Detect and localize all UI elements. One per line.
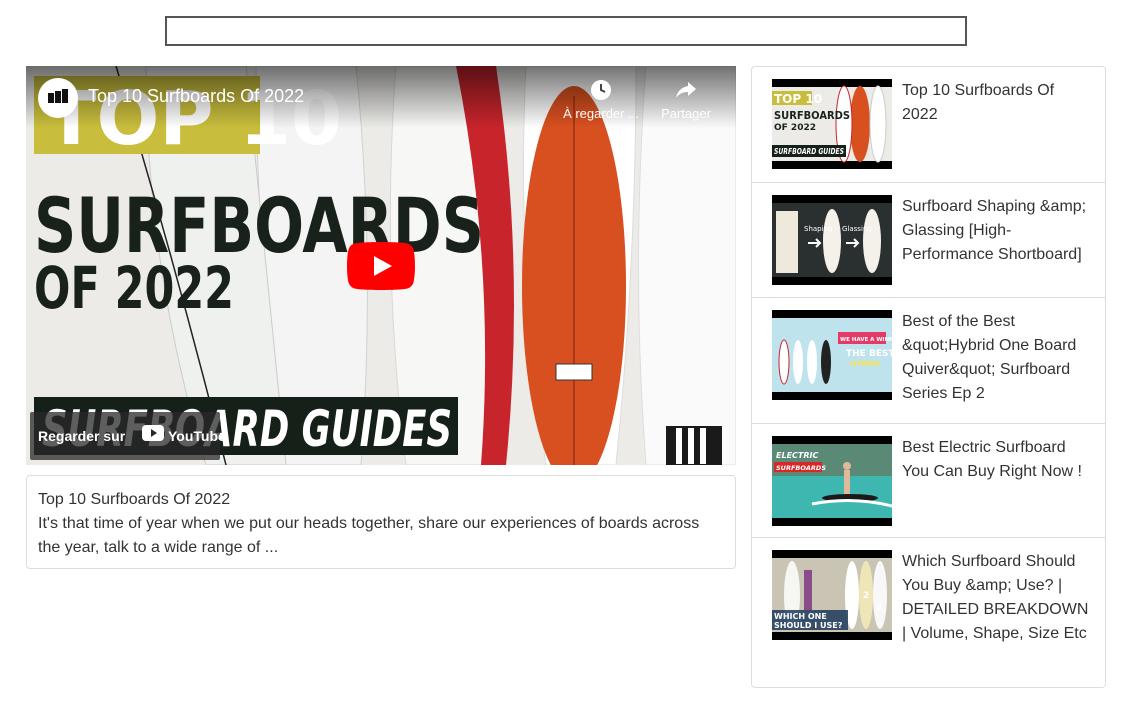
youtube-wordmark: YouTube [168, 428, 226, 444]
playlist-item[interactable]: WE HAVE A WINNER! THE BEST HYBRID Best o… [752, 298, 1105, 424]
playlist-item-title[interactable]: Top 10 Surfboards Of 2022 [902, 79, 1092, 127]
svg-text:1: 1 [850, 577, 856, 587]
thumb-line3: OF 2022 [34, 254, 234, 322]
playlist-thumbnail[interactable]: WE HAVE A WINNER! THE BEST HYBRID [772, 310, 892, 400]
playlist-item-title[interactable]: Best of the Best &quot;Hybrid One Board … [902, 310, 1092, 406]
youtube-logo-icon [142, 425, 164, 441]
video-player[interactable]: TOP 10 SURFBOARDS OF 2022 SURFBOARD GUID… [26, 66, 736, 465]
share-button[interactable]: Partager [656, 78, 716, 121]
playlist-thumbnail[interactable]: ELECTRIC SURFBOARDS [772, 436, 892, 526]
playlist-item[interactable]: 1 2 3 WHICH ONE SHOULD I USE? Which Surf… [752, 538, 1105, 687]
playlist-thumbnail[interactable]: 1 2 3 WHICH ONE SHOULD I USE? [772, 550, 892, 640]
playlist-item[interactable]: ELECTRIC SURFBOARDS Best Electric Surfbo… [752, 424, 1105, 538]
playlist-item-title[interactable]: Which Surfboard Should You Buy &amp; Use… [902, 550, 1092, 646]
watch-on-youtube-button[interactable]: Regarder sur YouTube [30, 412, 226, 460]
channel-avatar[interactable] [38, 78, 78, 118]
channel-logo-icon [48, 89, 68, 103]
share-arrow-icon [676, 82, 696, 98]
watch-later-button[interactable]: À regarder ... [556, 78, 646, 121]
playlist-item[interactable]: TOP 10 SURFBOARDS OF 2022 SURFBOARD GUID… [752, 67, 1105, 183]
thumbnail-text: SURFBOARDS [776, 464, 826, 472]
thumbnail-text: WHICH ONE [774, 612, 827, 621]
thumbnail-text: SURFBOARD GUIDES [774, 147, 844, 156]
playlist-thumbnail[interactable]: TOP 10 SURFBOARDS OF 2022 SURFBOARD GUID… [772, 79, 892, 169]
thumbnail-text: HYBRID [850, 360, 880, 368]
play-button[interactable] [347, 242, 415, 290]
share-label: Partager [661, 106, 711, 121]
watch-later-label: À regarder ... [563, 106, 639, 121]
thumbnail-text: SHOULD I USE? [774, 621, 843, 630]
description-title: Top 10 Surfboards Of 2022 [38, 491, 231, 508]
search-input[interactable] [165, 16, 967, 46]
thumbnail-text: SURFBOARDS [774, 109, 850, 122]
playlist-item-title[interactable]: Surfboard Shaping &amp; Glassing [High-P… [902, 195, 1092, 267]
description-text: It's that time of year when we put our h… [38, 515, 700, 556]
playlist-item[interactable]: Shaping Glassing Surfboard Shaping &amp;… [752, 183, 1105, 298]
thumbnail-text: TOP 10 [774, 92, 822, 106]
thumbnail-text: THE BEST [846, 349, 892, 359]
watch-on-label: Regarder sur [38, 428, 126, 444]
svg-text:2: 2 [863, 591, 869, 601]
thumbnail-text: ELECTRIC [776, 451, 818, 460]
playlist-item-title[interactable]: Best Electric Surfboard You Can Buy Righ… [902, 436, 1092, 484]
thumbnail-text: OF 2022 [774, 123, 816, 133]
video-playlist: TOP 10 SURFBOARDS OF 2022 SURFBOARD GUID… [751, 66, 1106, 688]
playlist-thumbnail[interactable]: Shaping Glassing [772, 195, 892, 285]
clock-icon [591, 80, 611, 100]
svg-text:3: 3 [876, 603, 882, 613]
video-title[interactable]: Top 10 Surfboards Of 2022 [88, 86, 304, 107]
thumbnail-text: Shaping [804, 225, 832, 233]
video-description-card: Top 10 Surfboards Of 2022 It's that time… [26, 475, 736, 569]
thumbnail-text: Glassing [842, 225, 872, 233]
thumbnail-text: WE HAVE A WINNER! [840, 337, 892, 343]
